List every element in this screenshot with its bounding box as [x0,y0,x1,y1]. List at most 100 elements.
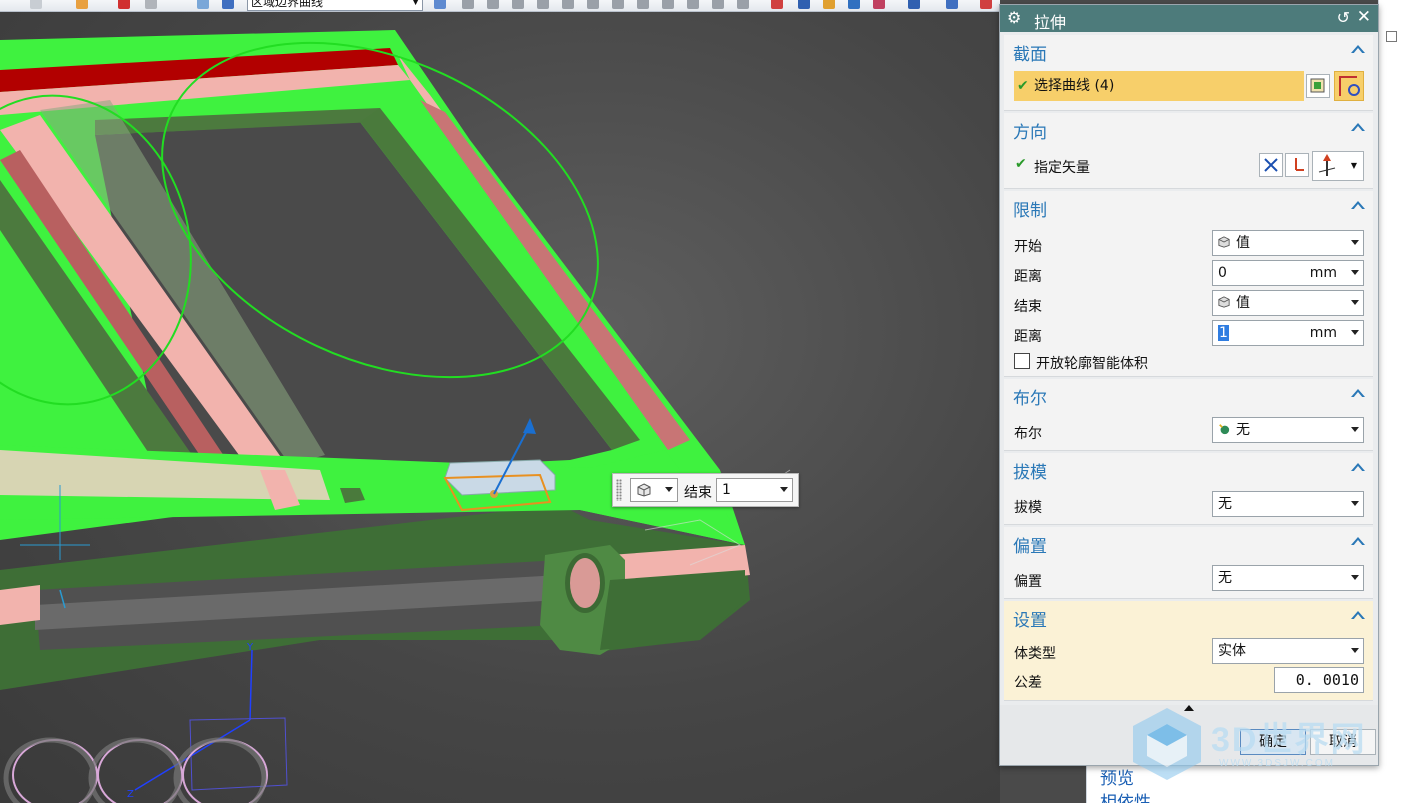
snap-quadrant-icon[interactable] [562,0,574,9]
open-profile-checkbox[interactable] [1014,353,1030,369]
snap-on-curve-icon[interactable] [687,0,699,9]
extrude-icon[interactable] [798,0,810,9]
drag-handle[interactable] [616,479,622,501]
collapse-icon[interactable] [1351,123,1365,132]
check-icon: ✔ [1015,156,1027,172]
chevron-down-icon [1351,501,1359,506]
body-type-value: 实体 [1218,643,1246,659]
limits-title: 限制 [1013,201,1047,221]
draft-label: 拔模 [1014,500,1042,516]
point-icon[interactable] [118,0,130,9]
sketch-icon[interactable] [771,0,783,9]
sketch-section-icon[interactable] [1306,74,1330,98]
tolerance-value: 0. 0010 [1295,671,1359,689]
snap-endpoint-icon[interactable] [434,0,446,9]
sync-modeling-icon[interactable] [908,0,920,9]
end-option-dropdown[interactable] [630,478,678,502]
start-distance-input[interactable]: 0 mm [1212,260,1364,286]
more-icon[interactable] [980,0,992,9]
snap-on-face-icon[interactable] [712,0,724,9]
boolean-header[interactable]: 布尔 [1004,379,1373,409]
snap-icon[interactable] [30,0,42,9]
close-icon[interactable]: ✕ [1357,7,1371,27]
draft-title: 拔模 [1013,463,1047,483]
vector-dialog-icon[interactable] [1285,153,1309,177]
settings-header[interactable]: 设置 [1004,601,1373,631]
draft-select[interactable]: 无 [1212,491,1364,517]
gear-icon[interactable]: ⚙ [1007,8,1021,27]
snap-line-icon[interactable] [487,0,499,9]
collapse-icon[interactable] [1351,389,1365,398]
boolean-icon[interactable] [873,0,885,9]
watermark: 3D世界网 WWW.3DSJW.COM [1127,704,1387,786]
snap-pole-icon[interactable] [662,0,674,9]
select-icon[interactable] [76,0,88,9]
chevron-down-icon [1351,300,1359,305]
filter-icon[interactable] [145,0,157,9]
model-scene[interactable]: Y Z [0,12,1000,803]
onscreen-end-input[interactable]: 结束 1 [612,473,799,507]
chevron-down-icon [780,487,788,492]
block-icon[interactable] [946,0,958,9]
select-curve-row[interactable]: ✔ 选择曲线 (4) [1014,71,1304,101]
spring-coils-shadow [3,737,267,803]
end-distance-input[interactable]: 1 mm [1212,320,1364,346]
direction-header[interactable]: 方向 [1004,113,1373,143]
collapse-icon[interactable] [1351,463,1365,472]
chevron-down-icon [665,487,673,492]
body-type-select[interactable]: 实体 [1212,638,1364,664]
watermark-logo [1133,708,1201,780]
tolerance-input[interactable]: 0. 0010 [1274,667,1364,693]
hole-icon[interactable] [848,0,860,9]
draft-panel: 拔模 拔模 无 [1004,453,1373,525]
shaded-icon[interactable] [197,0,209,9]
collapse-icon[interactable] [1351,45,1365,54]
start-option-select[interactable]: 值 [1212,230,1364,256]
snap-tangent-icon[interactable] [637,0,649,9]
curve-rule-select[interactable]: 区域边界曲线 ▼ [247,0,423,11]
offset-title: 偏置 [1013,537,1047,557]
offset-header[interactable]: 偏置 [1004,527,1373,557]
limits-panel: 限制 开始 值 距离 0 mm 结束 值 距离 1 mm 开放轮廓智能体积 [1004,191,1373,377]
y-axis-label: Y [246,642,254,653]
onscreen-end-value-field[interactable]: 1 [716,478,793,502]
revolve-icon[interactable] [823,0,835,9]
cube-icon [1218,236,1230,248]
reset-icon[interactable]: ↺ [1337,8,1350,27]
draft-header[interactable]: 拔模 [1004,453,1373,483]
offset-select[interactable]: 无 [1212,565,1364,591]
start-option-value: 值 [1236,235,1250,251]
vector-type-dropdown[interactable]: ▼ [1312,151,1364,181]
section-header[interactable]: 截面 [1004,35,1373,65]
snap-existing-point-icon[interactable] [587,0,599,9]
right-block [600,570,745,650]
snap-arc-icon[interactable] [512,0,524,9]
boolean-value: 无 [1236,422,1250,438]
collapse-icon[interactable] [1351,611,1365,620]
snap-center-icon[interactable] [537,0,549,9]
onscreen-end-label: 结束 [684,485,712,501]
z-axis-label: Z [127,789,134,800]
collapse-icon[interactable] [1351,537,1365,546]
csys-box [189,717,288,791]
direction-panel: 方向 ✔ 指定矢量 ▼ [1004,113,1373,189]
boolean-select[interactable]: 无 [1212,417,1364,443]
limits-header[interactable]: 限制 [1004,191,1373,221]
check-icon: ✔ [1017,78,1029,94]
chevron-down-icon [1351,427,1359,432]
curve-icon[interactable] [1334,71,1364,101]
graphics-viewport[interactable]: Y Z 结束 1 [0,12,1000,803]
boolean-title: 布尔 [1013,389,1047,409]
end-option-select[interactable]: 值 [1212,290,1364,316]
snap-intersection-icon[interactable] [612,0,624,9]
collapse-icon[interactable] [1351,201,1365,210]
start-distance-unit: mm [1309,265,1337,281]
dialog-title-bar[interactable]: ⚙ 拉伸 ↺ ✕ [1000,5,1378,32]
snap-bounded-icon[interactable] [737,0,749,9]
reverse-direction-icon[interactable] [1259,153,1283,177]
watermark-text: 3D世界网 [1211,721,1367,759]
solid-view-icon[interactable] [222,0,234,9]
snap-midpoint-icon[interactable] [462,0,474,9]
maximize-icon[interactable] [1386,31,1397,42]
dependency-item[interactable]: 相依性 [1100,788,1151,803]
